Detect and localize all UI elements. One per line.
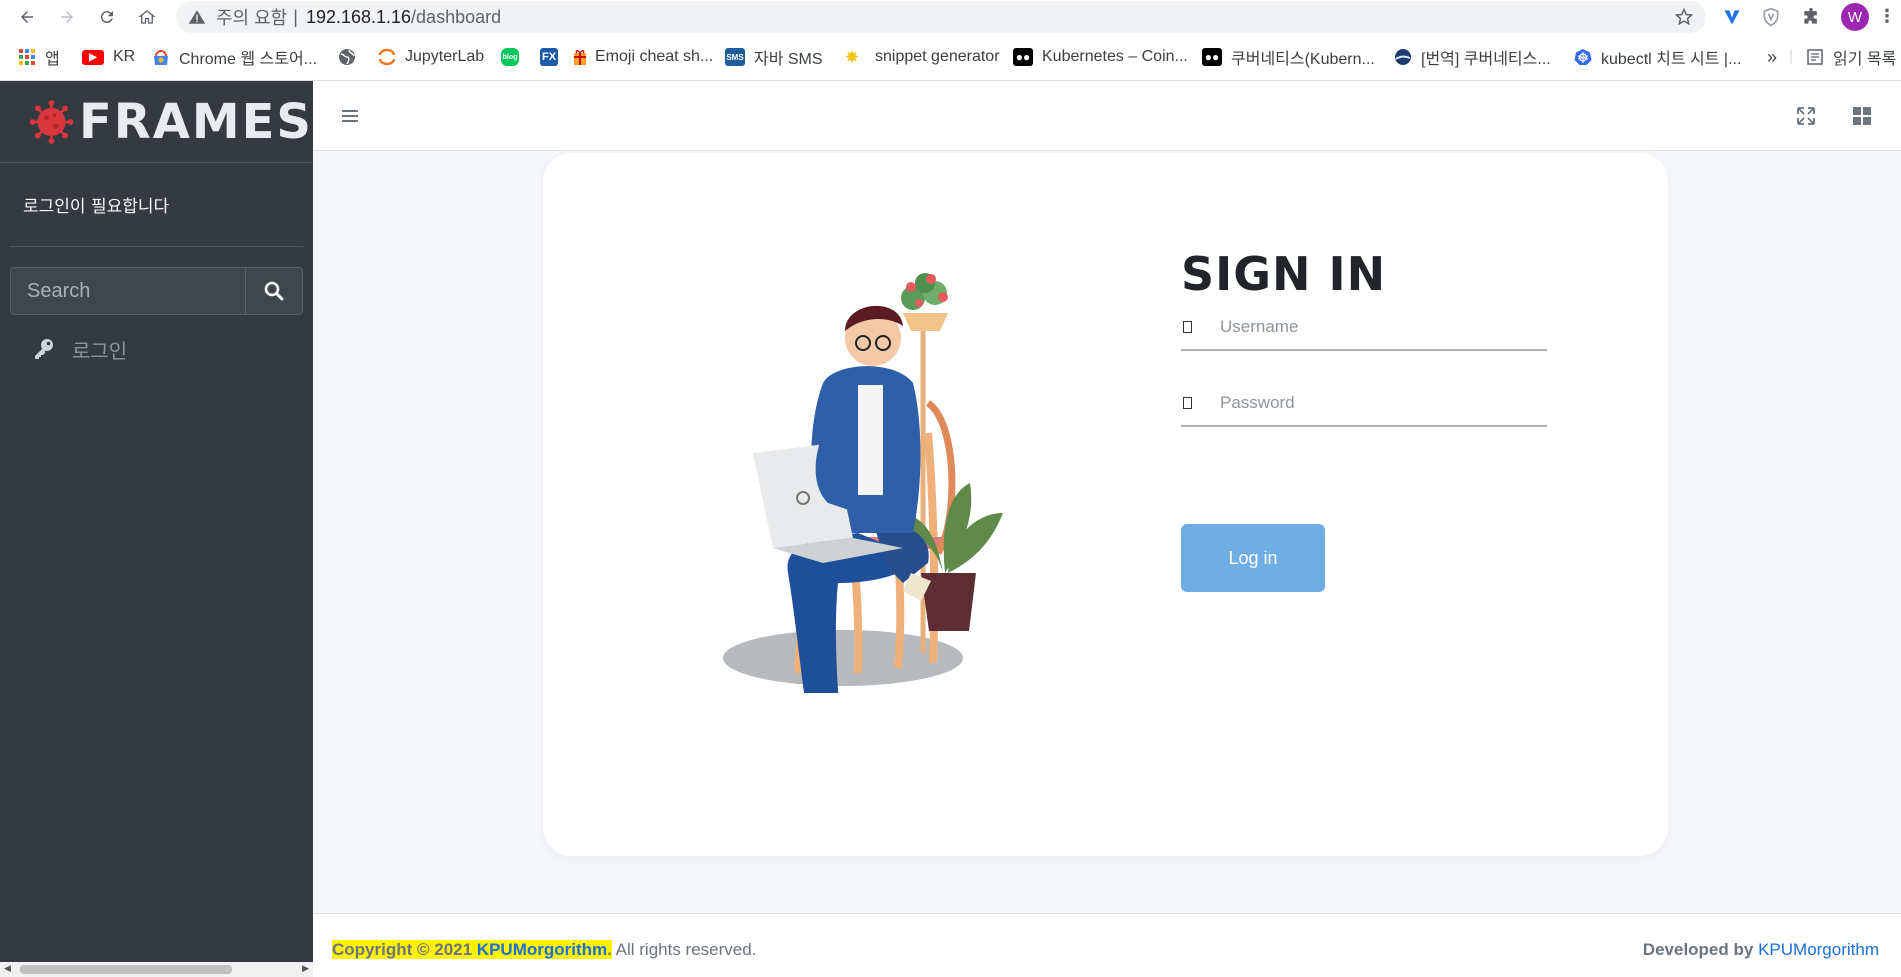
bookmark-kubernetes-kr[interactable]: ●● 쿠버네티스(Kubern... — [1202, 46, 1375, 68]
copyright-brand-link[interactable]: KPUMorgorithm — [477, 940, 607, 959]
browser-menu-icon[interactable]: ⋮ — [1877, 4, 1897, 30]
bookmark-star-icon[interactable] — [1674, 7, 1694, 32]
fx-icon: FX — [540, 48, 558, 66]
bookmarks-overflow-button[interactable]: » — [1767, 46, 1777, 68]
lock-icon — [1183, 397, 1192, 409]
username-field — [1181, 305, 1547, 351]
scroll-left-icon[interactable]: ◀ — [4, 964, 11, 974]
reload-icon[interactable] — [92, 2, 122, 32]
bookmark-label: kubectl 치트 시트 |... — [1601, 51, 1742, 68]
snippet-icon: ✸ — [845, 49, 859, 66]
jupyter-icon — [378, 48, 396, 66]
chrome-webstore-icon — [152, 48, 170, 66]
bookmark-apps[interactable]: 앱 — [18, 46, 60, 68]
username-input[interactable] — [1218, 316, 1547, 338]
extension-shield-icon[interactable] — [1760, 6, 1782, 28]
bookmark-java-sms[interactable]: SMS 자바 SMS — [725, 46, 823, 68]
bookmarks-bar: 앱 ▶ KR Chrome 웹 스토어... JupyterLab blog F… — [0, 34, 1901, 81]
developer-link[interactable]: KPUMorgorithm — [1758, 940, 1879, 959]
sidebar-item-login[interactable]: 로그인 — [10, 329, 303, 369]
globe-icon — [338, 48, 356, 66]
bookmark-globe[interactable] — [338, 46, 365, 68]
sidebar-search — [10, 267, 303, 315]
warning-icon — [188, 8, 206, 26]
bookmark-kubernetes-coin[interactable]: ●● Kubernetes – Coin... — [1013, 46, 1188, 68]
bookmark-label: 앱 — [45, 51, 60, 68]
youtube-icon: ▶ — [82, 49, 104, 65]
user-status: 로그인이 필요합니다 — [10, 163, 303, 247]
bookmark-label: [번역] 쿠버네티스... — [1421, 51, 1551, 68]
copyright-highlight: Copyright © 2021 KPUMorgorithm. — [332, 940, 612, 959]
bookmark-kubectl-cheatsheet[interactable]: kubectl 치트 시트 |... — [1574, 46, 1741, 68]
bookmark-label: Kubernetes – Coin... — [1042, 48, 1188, 65]
brand-text: FRAMES — [78, 93, 313, 150]
brand-link[interactable]: FRAMES — [0, 81, 313, 163]
sms-icon: SMS — [725, 48, 745, 66]
reading-list-label: 읽기 목록 — [1833, 51, 1897, 68]
search-input[interactable] — [11, 268, 245, 314]
bookmark-label: snippet generator — [875, 48, 1000, 65]
virus-logo-icon — [30, 99, 73, 144]
extension-v-icon[interactable] — [1721, 6, 1743, 28]
medium-icon: ●● — [1202, 48, 1222, 66]
hamburger-menu-icon[interactable] — [339, 105, 361, 127]
bookmark-label: KR — [113, 48, 136, 65]
bookmark-chrome-webstore[interactable]: Chrome 웹 스토어... — [152, 46, 317, 68]
search-icon — [264, 281, 284, 301]
signin-title: SIGN IN — [1181, 247, 1387, 301]
bookmark-label: Emoji cheat sh... — [595, 48, 714, 65]
medium-icon: ●● — [1013, 48, 1033, 66]
home-icon[interactable] — [132, 2, 162, 32]
bookmark-translated-kubernetes[interactable]: [번역] 쿠버네티스... — [1394, 46, 1551, 68]
password-field — [1181, 381, 1547, 427]
security-label: 주의 요함 — [216, 8, 288, 28]
key-icon — [32, 337, 56, 361]
bookmark-kr[interactable]: ▶ KR — [82, 46, 135, 68]
bookmark-jupyterlab[interactable]: JupyterLab — [378, 46, 484, 68]
browser-toolbar: 주의 요함 | 192.168.1.16/dashboard W ⋮ — [0, 0, 1901, 34]
bookmark-emoji-cheat-sheet[interactable]: Emoji cheat sh... — [573, 46, 713, 68]
control-sidebar-grid-icon[interactable] — [1851, 105, 1873, 127]
search-button[interactable] — [245, 268, 302, 314]
blog-globe-icon — [1394, 48, 1412, 66]
apps-grid-icon — [18, 48, 36, 66]
bookmark-label: 쿠버네티스(Kubern... — [1231, 51, 1375, 68]
password-input[interactable] — [1218, 392, 1547, 414]
horizontal-scrollbar[interactable]: ◀ ▶ — [0, 962, 313, 977]
emoji-icon — [573, 48, 587, 66]
bookmark-label: JupyterLab — [405, 48, 485, 65]
bookmark-fx[interactable]: FX — [540, 46, 567, 68]
sidebar-item-label: 로그인 — [72, 338, 128, 363]
rights-text: All rights reserved. — [611, 940, 757, 959]
url-host: 192.168.1.16 — [305, 6, 412, 27]
user-icon — [1183, 321, 1192, 333]
top-navbar — [313, 81, 1901, 151]
url-path: /dashboard — [411, 6, 502, 27]
developer-credit: Developed by KPUMorgorithm — [1643, 940, 1879, 960]
address-bar[interactable]: 주의 요함 | 192.168.1.16/dashboard — [176, 1, 1706, 33]
profile-avatar[interactable]: W — [1841, 3, 1869, 31]
blog-icon: blog — [501, 48, 519, 66]
developed-by-label: Developed by — [1642, 940, 1754, 959]
person-with-laptop-illustration — [723, 273, 1003, 693]
footer: Copyright © 2021 KPUMorgorithm. All righ… — [313, 913, 1901, 977]
forward-icon[interactable] — [52, 2, 82, 32]
sidebar: FRAMES 로그인이 필요합니다 로그인 — [0, 81, 313, 977]
reading-list-button[interactable]: 읽기 목록 — [1806, 46, 1896, 68]
bookmark-label: 자바 SMS — [754, 51, 823, 68]
copyright: Copyright © 2021 KPUMorgorithm. All righ… — [332, 940, 756, 960]
fullscreen-icon[interactable] — [1795, 105, 1817, 127]
scrollbar-thumb[interactable] — [20, 965, 232, 974]
reading-list-icon — [1806, 48, 1824, 66]
login-card: SIGN IN Log in — [543, 153, 1668, 856]
back-icon[interactable] — [12, 2, 42, 32]
scroll-right-icon[interactable]: ▶ — [302, 964, 309, 974]
extensions-puzzle-icon[interactable] — [1800, 6, 1822, 28]
bookmark-snippet-generator[interactable]: ✸ snippet generator — [843, 46, 1000, 68]
copyright-prefix: Copyright © 2021 — [332, 940, 477, 959]
bookmark-label: Chrome 웹 스토어... — [179, 51, 318, 68]
kubernetes-icon — [1574, 48, 1592, 66]
login-button[interactable]: Log in — [1181, 524, 1325, 592]
bookmark-blog[interactable]: blog — [501, 46, 528, 68]
